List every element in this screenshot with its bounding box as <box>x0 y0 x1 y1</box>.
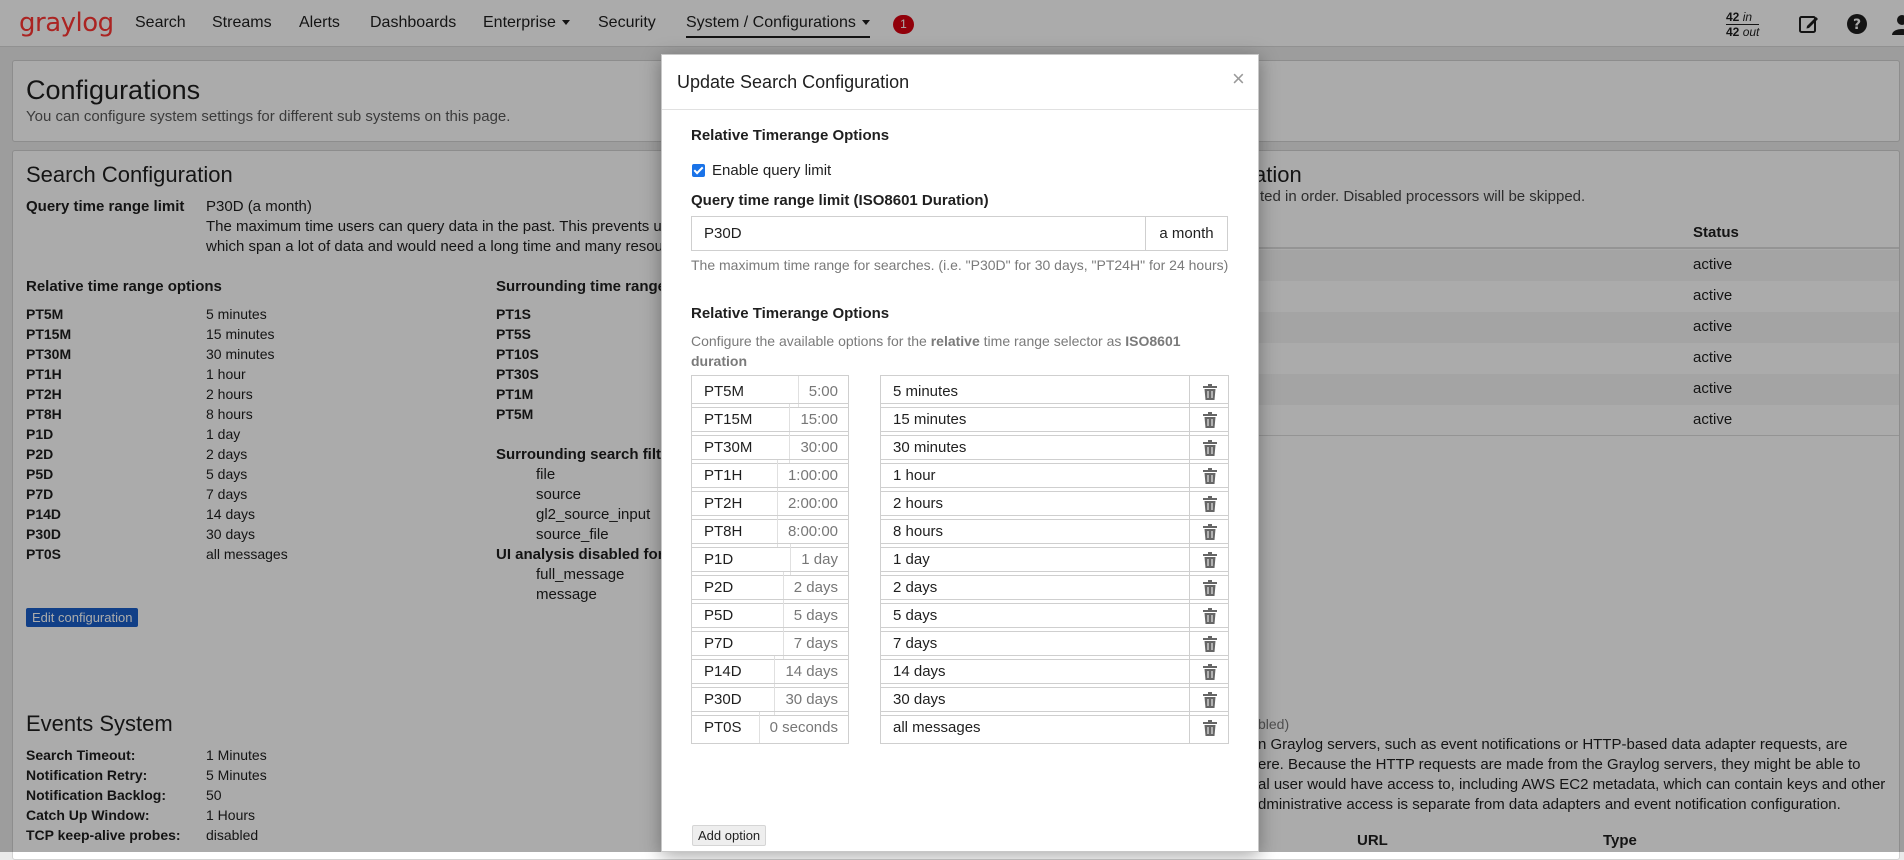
option-row: PT0S 0 seconds all messages <box>691 711 1229 744</box>
option-code: P30D <box>704 691 742 708</box>
option-code: P1D <box>704 551 734 568</box>
delete-option-button[interactable] <box>1189 711 1229 744</box>
query-limit-field-label: Query time range limit (ISO8601 Duration… <box>691 192 989 209</box>
option-label: 8 hours <box>893 523 944 540</box>
section-title-relative-options: Relative Timerange Options <box>691 305 890 322</box>
option-label: 5 days <box>893 607 938 624</box>
option-label: 30 days <box>893 691 946 708</box>
option-label: 14 days <box>893 663 946 680</box>
option-label: 2 hours <box>893 495 944 512</box>
option-label: all messages <box>893 719 981 736</box>
modal-title: Update Search Configuration <box>677 72 910 92</box>
option-code: PT8H <box>704 523 743 540</box>
update-search-config-modal: Update Search Configuration × Relative T… <box>661 54 1259 852</box>
option-label-input[interactable]: all messages <box>880 711 1190 744</box>
option-label: 1 day <box>893 551 930 568</box>
option-code: PT1H <box>704 467 743 484</box>
close-icon[interactable]: × <box>1232 68 1245 90</box>
option-label: 2 days <box>893 579 938 596</box>
option-code: PT0S <box>704 719 742 736</box>
option-label: 5 minutes <box>893 383 959 400</box>
enable-query-limit-checkbox[interactable] <box>692 164 705 177</box>
help-bold-relative: relative <box>930 333 980 349</box>
query-limit-help: The maximum time range for searches. (i.… <box>691 257 1229 273</box>
query-limit-input[interactable]: P30D a month <box>691 216 1228 251</box>
option-duration-addon: 0 seconds <box>758 712 848 743</box>
modal-header: Update Search Configuration × <box>662 55 1258 110</box>
help-text: Configure the available options for the <box>691 333 931 349</box>
option-label: 15 minutes <box>893 411 967 428</box>
option-label: 7 days <box>893 635 938 652</box>
option-label: 30 minutes <box>893 439 967 456</box>
option-label: 1 hour <box>893 467 936 484</box>
option-code: P14D <box>704 663 742 680</box>
option-duration-input[interactable]: PT0S 0 seconds <box>691 711 849 744</box>
add-option-button[interactable]: Add option <box>692 825 767 846</box>
option-code: P2D <box>704 579 734 596</box>
option-code: PT2H <box>704 495 743 512</box>
query-limit-input-value: P30D <box>704 225 742 242</box>
section-title-timerange: Relative Timerange Options <box>691 127 890 144</box>
relative-options-help: Configure the available options for the … <box>691 331 1231 371</box>
enable-query-limit-label[interactable]: Enable query limit <box>712 162 831 179</box>
query-limit-addon: a month <box>1145 217 1227 250</box>
option-code: P5D <box>704 607 734 624</box>
option-code: PT30M <box>704 439 753 456</box>
help-text: time range selector as <box>979 333 1126 349</box>
option-code: PT15M <box>704 411 753 428</box>
option-code: PT5M <box>704 383 745 400</box>
option-code: P7D <box>704 635 734 652</box>
